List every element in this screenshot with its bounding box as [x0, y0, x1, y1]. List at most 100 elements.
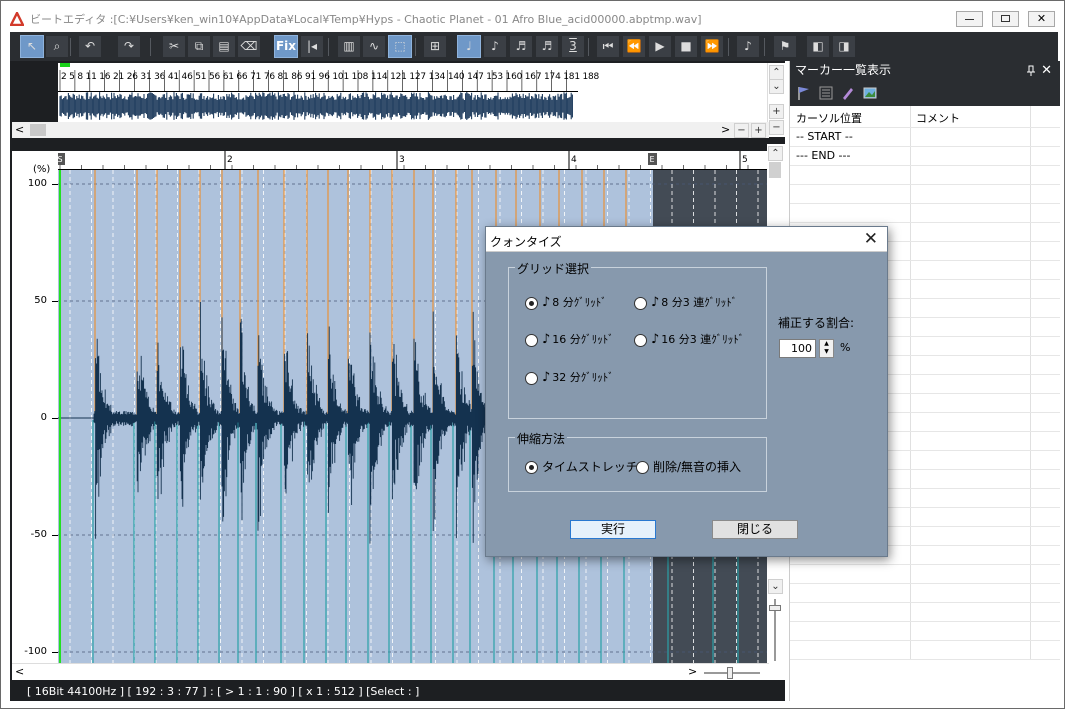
overview-zoom-out[interactable]: −: [769, 120, 784, 135]
scroll-left-icon[interactable]: <: [15, 123, 24, 136]
marker-row[interactable]: [790, 204, 1060, 223]
main-vscroll-thumb[interactable]: [769, 162, 781, 178]
h-zoom-out-button[interactable]: −: [734, 123, 749, 138]
col-divider: [910, 451, 911, 469]
radio-button[interactable]: [634, 333, 647, 347]
main-scroll-up[interactable]: ⌃: [768, 146, 783, 161]
stretch-option[interactable]: タイムストレッチ: [525, 459, 638, 475]
dialog-close-icon[interactable]: ✕: [864, 229, 878, 249]
stop-button[interactable]: ■: [674, 35, 698, 58]
ruler-marker-label: E: [649, 155, 654, 164]
marker-prev-button[interactable]: ◧: [806, 35, 830, 58]
sixteenth-note-button[interactable]: ♬: [509, 35, 533, 58]
grid-option[interactable]: ♪ 8 分ｸﾞﾘｯﾄﾞ: [525, 295, 607, 311]
marker-row[interactable]: [790, 565, 1060, 584]
grid-option[interactable]: ♪ 16 分ｸﾞﾘｯﾄﾞ: [525, 332, 614, 348]
col-divider[interactable]: [910, 106, 911, 127]
marker-panel-close-icon[interactable]: ✕: [1041, 61, 1052, 80]
marker-row[interactable]: [790, 166, 1060, 185]
main-hscroll[interactable]: < >: [12, 663, 769, 680]
erase-button[interactable]: ⌫: [237, 35, 261, 58]
edit-marker-icon[interactable]: [840, 85, 856, 101]
paste-button[interactable]: ▤: [212, 35, 236, 58]
triplet-button[interactable]: 3: [561, 35, 585, 58]
overview-panel[interactable]: 2 5 8 11 16 21 26 31 36 41 46 51 56 61 6…: [58, 63, 767, 122]
radio-button[interactable]: [525, 333, 538, 347]
stretch-option[interactable]: 削除/無音の挿入: [636, 459, 741, 475]
overview-scrollbar[interactable]: ⌃ ⌄ + −: [767, 63, 785, 137]
fix-button[interactable]: Fix: [274, 35, 298, 58]
marker-row[interactable]: [790, 622, 1060, 641]
col-divider: [1030, 584, 1031, 602]
quantize-button[interactable]: ⊞: [423, 35, 447, 58]
fast-forward-button[interactable]: ⏩: [700, 35, 724, 58]
quarter-note-button[interactable]: ♩: [457, 35, 481, 58]
marker-list-icon[interactable]: [818, 85, 834, 101]
h-zoom-in-button[interactable]: +: [751, 123, 766, 138]
play-button[interactable]: ▶: [648, 35, 672, 58]
cut-button[interactable]: ✂: [162, 35, 186, 58]
redo-button[interactable]: ↷: [117, 35, 141, 58]
marker-row[interactable]: [790, 641, 1060, 660]
stepper-down-icon[interactable]: ▼: [820, 348, 833, 356]
thirtysecond-note-button[interactable]: ♬: [535, 35, 559, 58]
cursor-button[interactable]: ↖: [20, 35, 44, 58]
marker-row[interactable]: -- START --: [790, 128, 1060, 147]
radio-button[interactable]: [525, 296, 538, 310]
copy-icon: ⧉: [194, 39, 204, 53]
v-zoom-slider-thumb[interactable]: [769, 605, 781, 611]
marker-row[interactable]: --- END ---: [790, 147, 1060, 166]
end-marker-icon[interactable]: E: [648, 153, 657, 165]
overview-hscroll-thumb[interactable]: [30, 124, 46, 136]
undo-button[interactable]: ↶: [78, 35, 102, 58]
main-scroll-down[interactable]: ⌄: [768, 579, 783, 594]
select-button[interactable]: ⬚: [388, 35, 412, 58]
start-marker-icon[interactable]: S: [58, 153, 65, 165]
marker-row[interactable]: [790, 584, 1060, 603]
close-dialog-button[interactable]: 閉じる: [712, 520, 798, 539]
ratio-stepper[interactable]: ▲ ▼: [819, 339, 834, 358]
scroll-right-icon[interactable]: >: [721, 123, 730, 136]
overview-hscroll[interactable]: < > − +: [12, 122, 769, 138]
waveform-button[interactable]: ∿: [362, 35, 386, 58]
grid-option[interactable]: ♪ 32 分ｸﾞﾘｯﾄﾞ: [525, 370, 614, 386]
radio-button[interactable]: [525, 461, 538, 474]
minimize-button[interactable]: [956, 11, 983, 27]
main-scroll-right-icon[interactable]: >: [688, 665, 697, 678]
marker-row[interactable]: [790, 185, 1060, 204]
overview-scroll-down[interactable]: ⌄: [769, 79, 784, 94]
overview-zoom-in[interactable]: +: [769, 104, 784, 119]
go-start-button[interactable]: ⏮: [596, 35, 620, 58]
col-divider: [1030, 242, 1031, 260]
radio-button[interactable]: [525, 371, 538, 385]
marker-row[interactable]: [790, 603, 1060, 622]
toolbar: ↖ ⌕ ↶ ↷ ✂ ⧉ ▤ ⌫ Fix |◂ ▥ ∿ ⬚ ⊞ ♩ ♪ ♬ ♬ 3 ⏮ ⏪ ▶ ■ ⏩ ♪ ⚑ ◧ ◨: [10, 32, 1058, 61]
execute-button[interactable]: 実行: [570, 520, 656, 539]
add-marker-flag-icon[interactable]: [796, 85, 812, 101]
radio-button[interactable]: [634, 296, 647, 310]
maximize-button[interactable]: [992, 11, 1019, 27]
snap-button[interactable]: |◂: [300, 35, 324, 58]
close-window-button[interactable]: ✕: [1028, 11, 1055, 27]
col-divider[interactable]: [1030, 106, 1031, 127]
copy-button[interactable]: ⧉: [187, 35, 211, 58]
eighth-note-button[interactable]: ♪: [483, 35, 507, 58]
flag-button[interactable]: ⚑: [773, 35, 797, 58]
ratio-input[interactable]: 100: [779, 339, 816, 358]
h-zoom-slider-thumb[interactable]: [727, 667, 733, 679]
metronome-button[interactable]: ♪: [736, 35, 760, 58]
overview-scroll-up[interactable]: ⌃: [769, 65, 784, 80]
marker-list-button[interactable]: ▥: [337, 35, 361, 58]
marker-column-header[interactable]: カーソル位置: [796, 110, 862, 126]
rewind-button[interactable]: ⏪: [622, 35, 646, 58]
marker-next-button[interactable]: ◨: [832, 35, 856, 58]
marker-column-header[interactable]: コメント: [916, 110, 960, 126]
grid-option[interactable]: ♪ 8 分3 連ｸﾞﾘｯﾄﾞ: [634, 295, 737, 311]
status-bar: [ 16Bit 44100Hz ] [ 192 : 3 : 77 ] : [ >…: [10, 682, 785, 701]
marker-image-icon[interactable]: [862, 85, 878, 101]
grid-option[interactable]: ♪ 16 分3 連ｸﾞﾘｯﾄﾞ: [634, 332, 744, 348]
zoom-button[interactable]: ⌕: [45, 35, 69, 58]
main-scroll-left-icon[interactable]: <: [15, 665, 24, 678]
stepper-up-icon[interactable]: ▲: [820, 340, 833, 348]
radio-button[interactable]: [636, 461, 649, 474]
